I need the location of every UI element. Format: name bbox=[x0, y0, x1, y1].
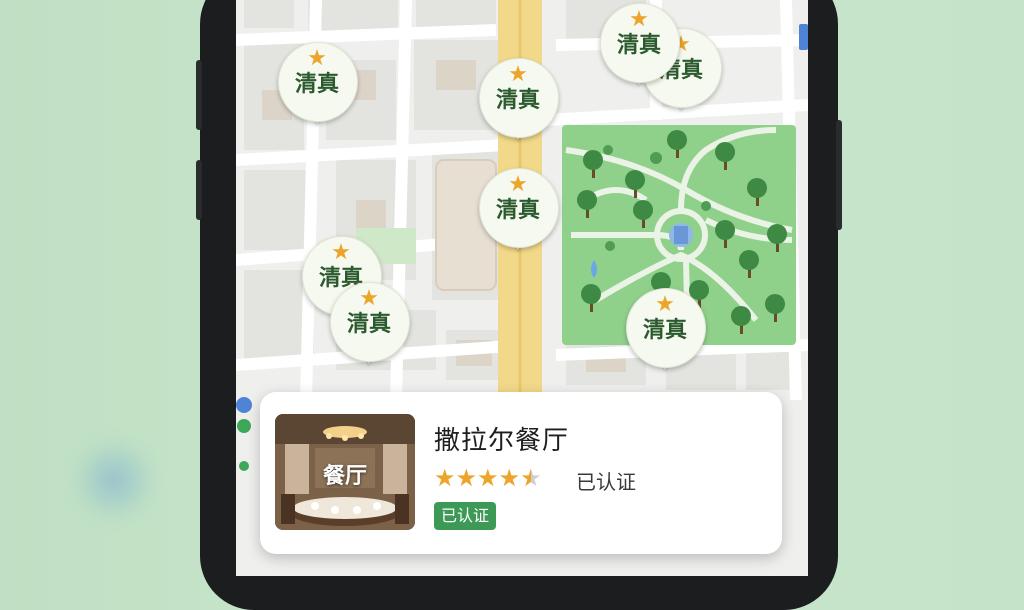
restaurant-thumbnail[interactable]: 餐厅 bbox=[275, 414, 415, 530]
map-screen[interactable]: ★ 清真 ★ 清真 ★ 清真 ★ 清真 ★ 清真 ★ 清真 ★ 清真 ★ 清真 … bbox=[236, 0, 808, 576]
halal-pin[interactable]: ★ 清真 bbox=[479, 168, 559, 258]
star-icon: ★ bbox=[455, 464, 478, 492]
star-icon: ★ bbox=[307, 46, 327, 71]
pin-label: 清真 bbox=[294, 72, 339, 97]
half-star-icon: ★ bbox=[520, 464, 542, 492]
halal-pin[interactable]: ★ 清真 bbox=[278, 42, 358, 132]
verified-text: 已认证 bbox=[576, 470, 636, 494]
star-icon: ★ bbox=[434, 464, 456, 492]
thumbnail-label: 餐厅 bbox=[322, 464, 367, 489]
star-icon: ★ bbox=[508, 62, 528, 87]
restaurant-card[interactable]: 餐厅 撒拉尔餐厅 ★★★★★ 已认证 已认证 bbox=[260, 392, 782, 554]
pin-label: 清真 bbox=[616, 33, 661, 58]
star-icon: ★ bbox=[331, 240, 351, 265]
star-icon: ★ bbox=[477, 464, 499, 492]
phone-side-button bbox=[836, 120, 842, 230]
star-icon: ★ bbox=[498, 464, 521, 492]
background-blur bbox=[72, 438, 156, 522]
star-icon: ★ bbox=[655, 292, 675, 317]
star-icon: ★ bbox=[629, 7, 649, 32]
halal-pin[interactable]: ★ 清真 bbox=[600, 3, 680, 93]
restaurant-name[interactable]: 撒拉尔餐厅 bbox=[434, 420, 569, 457]
pin-label: 清真 bbox=[495, 88, 540, 113]
pin-label: 清真 bbox=[346, 312, 391, 337]
phone-side-button bbox=[196, 60, 202, 130]
rating-stars: ★★★★★ bbox=[434, 464, 542, 492]
pin-label: 清真 bbox=[642, 318, 687, 343]
phone-side-button bbox=[196, 160, 202, 220]
halal-pin[interactable]: ★ 清真 bbox=[479, 58, 559, 148]
pin-label: 清真 bbox=[495, 198, 540, 223]
halal-pin[interactable]: ★ 清真 bbox=[330, 282, 410, 372]
star-icon: ★ bbox=[508, 172, 528, 197]
halal-pin[interactable]: ★ 清真 bbox=[626, 288, 706, 378]
verified-badge: 已认证 bbox=[434, 502, 497, 530]
star-icon: ★ bbox=[359, 286, 379, 311]
